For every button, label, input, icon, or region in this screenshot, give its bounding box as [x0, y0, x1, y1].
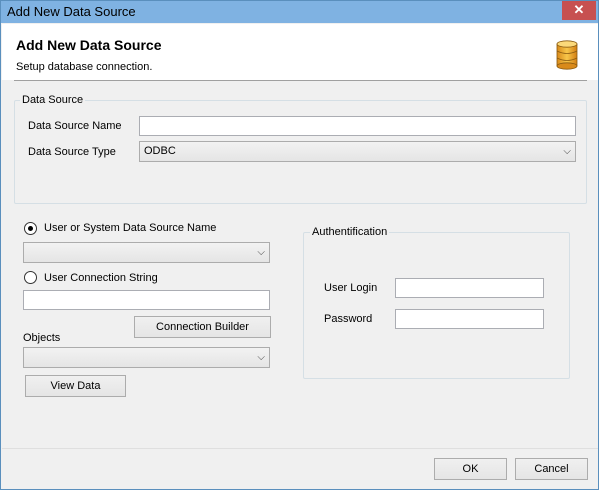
title-bar[interactable]: Add New Data Source ✕: [1, 1, 598, 23]
data-source-type-select[interactable]: ODBC ⌵: [139, 141, 576, 162]
view-data-button[interactable]: View Data: [25, 375, 126, 397]
connection-string-input[interactable]: [23, 290, 270, 310]
data-source-name-label: Data Source Name: [28, 120, 122, 132]
dsn-select[interactable]: ⌵: [23, 242, 270, 263]
data-source-type-value: ODBC: [144, 145, 176, 157]
chevron-down-icon: ⌵: [563, 146, 571, 157]
header-divider: [14, 80, 587, 81]
database-icon: [556, 40, 578, 70]
dialog-footer: OK Cancel: [2, 448, 598, 489]
data-source-type-label: Data Source Type: [28, 146, 116, 158]
close-button[interactable]: ✕: [562, 1, 596, 20]
password-input[interactable]: [395, 309, 544, 329]
ok-button[interactable]: OK: [434, 458, 507, 480]
connection-builder-button[interactable]: Connection Builder: [134, 316, 271, 338]
window-title: Add New Data Source: [7, 4, 136, 19]
authentication-group-label: Authentification: [310, 226, 390, 238]
password-label: Password: [324, 313, 373, 325]
close-icon: ✕: [573, 2, 585, 17]
objects-label: Objects: [23, 332, 61, 344]
authentication-group: [303, 232, 570, 379]
dialog-header: Add New Data Source Setup database conne…: [2, 24, 598, 80]
connection-string-radio-label[interactable]: User Connection String: [44, 272, 158, 284]
user-login-input[interactable]: [395, 278, 544, 298]
data-source-name-input[interactable]: [139, 116, 576, 136]
user-login-label: User Login: [324, 282, 378, 294]
objects-select[interactable]: ⌵: [23, 347, 270, 368]
dsn-radio-label[interactable]: User or System Data Source Name: [44, 222, 216, 234]
header-subtitle: Setup database connection.: [16, 61, 153, 73]
header-title: Add New Data Source: [16, 37, 162, 53]
connection-string-radio[interactable]: [24, 271, 37, 284]
dialog-window: Add New Data Source ✕ Add New Data Sourc…: [0, 0, 599, 490]
data-source-group-label: Data Source: [20, 94, 86, 106]
chevron-down-icon: ⌵: [257, 247, 265, 258]
cancel-button[interactable]: Cancel: [515, 458, 588, 480]
dsn-radio[interactable]: [24, 222, 37, 235]
chevron-down-icon: ⌵: [257, 352, 265, 363]
